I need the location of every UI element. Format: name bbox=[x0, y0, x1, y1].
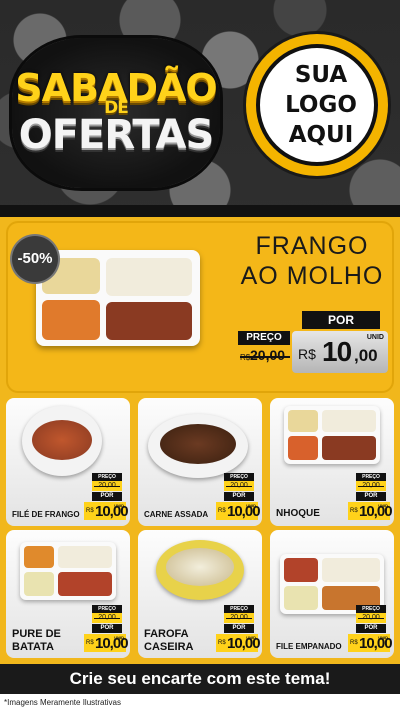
band-divider bbox=[0, 205, 400, 217]
food-compartment bbox=[106, 302, 192, 340]
old-price: 20,00 bbox=[356, 481, 386, 491]
hero-product-name-2: AO MOLHO bbox=[240, 262, 384, 290]
product-image bbox=[22, 406, 102, 476]
cta-banner[interactable]: Crie seu encarte com este tema! bbox=[0, 664, 400, 694]
logo-text-3: AQUI bbox=[288, 122, 354, 148]
logo-circle: SUA LOGO AQUI bbox=[256, 44, 378, 166]
product-card[interactable]: PURE DE BATATA PREÇO 20,00 POR R$10,00UN… bbox=[6, 530, 130, 658]
preco-label: PREÇO bbox=[224, 473, 254, 481]
hero-por-label: POR bbox=[302, 311, 380, 329]
old-price: 20,00 bbox=[92, 481, 122, 491]
preco-label: PREÇO bbox=[356, 605, 386, 613]
food-compartment bbox=[42, 300, 100, 340]
currency: R$ bbox=[350, 640, 358, 646]
new-price: R$ 10,00 UNID bbox=[216, 502, 261, 520]
hero-new-currency: R$ bbox=[298, 346, 316, 362]
preco-label: PREÇO bbox=[92, 605, 122, 613]
product-card[interactable]: FILE EMPANADO PREÇO 20,00 POR R$10,00UNI… bbox=[270, 530, 394, 658]
currency: R$ bbox=[350, 508, 358, 514]
strike-line bbox=[240, 356, 290, 358]
new-price: R$ 10,00 UNID bbox=[84, 502, 129, 520]
flyer-page: SABADÃO DE OFERTAS SUA LOGO AQUI -50% FR… bbox=[0, 0, 400, 711]
logo-text-1: SUA bbox=[294, 62, 348, 88]
new-price: R$ 10,00 UNID bbox=[348, 502, 393, 520]
currency: R$ bbox=[218, 508, 226, 514]
currency: R$ bbox=[218, 640, 226, 646]
currency: R$ bbox=[86, 508, 94, 514]
new-price: R$ 10,00 UNID bbox=[216, 634, 261, 652]
preco-label: PREÇO bbox=[356, 473, 386, 481]
hero-preco-label: PREÇO bbox=[238, 331, 290, 345]
logo-text-2: LOGO bbox=[285, 92, 357, 118]
preco-label: PREÇO bbox=[92, 473, 122, 481]
hero-new-price: R$ 10 ,00 UNID bbox=[292, 331, 388, 373]
unit-label: UNID bbox=[114, 503, 124, 508]
product-name: PURE DE BATATA bbox=[12, 628, 61, 653]
old-price: 20,00 bbox=[224, 481, 254, 491]
product-name: FILE EMPANADO bbox=[276, 642, 342, 651]
unit-label: UNID bbox=[114, 635, 124, 640]
product-card[interactable]: FILÉ DE FRANGO PREÇO 20,00 POR R$10,00UN… bbox=[6, 398, 130, 526]
product-card[interactable]: CARNE ASSADA PREÇO 20,00 POR R$10,00UNID bbox=[138, 398, 262, 526]
hero-food-image bbox=[36, 250, 200, 346]
product-image bbox=[148, 414, 248, 478]
por-label: POR bbox=[356, 624, 386, 633]
product-image bbox=[156, 540, 244, 600]
hero-new-price-dec: ,00 bbox=[354, 346, 378, 365]
old-price: 20,00 bbox=[224, 613, 254, 623]
currency: R$ bbox=[86, 640, 94, 646]
unit-label: UNID bbox=[246, 635, 256, 640]
product-card[interactable]: FAROFA CASEIRA PREÇO 20,00 POR R$10,00UN… bbox=[138, 530, 262, 658]
product-name: FILÉ DE FRANGO bbox=[12, 510, 80, 519]
product-name: NHOQUE bbox=[276, 508, 320, 519]
hero-old-value: 20,00 bbox=[250, 347, 286, 363]
por-label: POR bbox=[356, 492, 386, 501]
hero-new-price-int: 10 bbox=[322, 336, 352, 367]
old-price: 20,00 bbox=[356, 613, 386, 623]
unit-label: UNID bbox=[378, 503, 388, 508]
unit-label: UNID bbox=[246, 503, 256, 508]
hero-unit: UNID bbox=[366, 334, 384, 341]
hero-old-price: R$ 20,00 bbox=[240, 347, 290, 365]
preco-label: PREÇO bbox=[224, 605, 254, 613]
product-image bbox=[20, 542, 116, 600]
old-price: 20,00 bbox=[92, 613, 122, 623]
por-label: POR bbox=[92, 492, 122, 501]
por-label: POR bbox=[224, 624, 254, 633]
food-compartment bbox=[106, 258, 192, 296]
new-price: R$ 10,00 UNID bbox=[348, 634, 393, 652]
product-name: CARNE ASSADA bbox=[144, 510, 209, 519]
por-label: POR bbox=[92, 624, 122, 633]
hero-product-name-1: FRANGO bbox=[255, 232, 369, 260]
product-card[interactable]: NHOQUE PREÇO 20,00 POR R$10,00UNID bbox=[270, 398, 394, 526]
new-price: R$ 10,00 UNID bbox=[84, 634, 129, 652]
por-label: POR bbox=[224, 492, 254, 501]
unit-label: UNID bbox=[378, 635, 388, 640]
title-line-3: OFERTAS bbox=[18, 112, 215, 158]
logo-placeholder[interactable]: SUA LOGO AQUI bbox=[246, 34, 388, 176]
disclaimer-text: *Imagens Meramente Ilustrativas bbox=[0, 694, 400, 711]
discount-badge: -50% bbox=[12, 236, 58, 282]
product-name: FAROFA CASEIRA bbox=[144, 628, 194, 653]
product-image bbox=[284, 406, 380, 464]
